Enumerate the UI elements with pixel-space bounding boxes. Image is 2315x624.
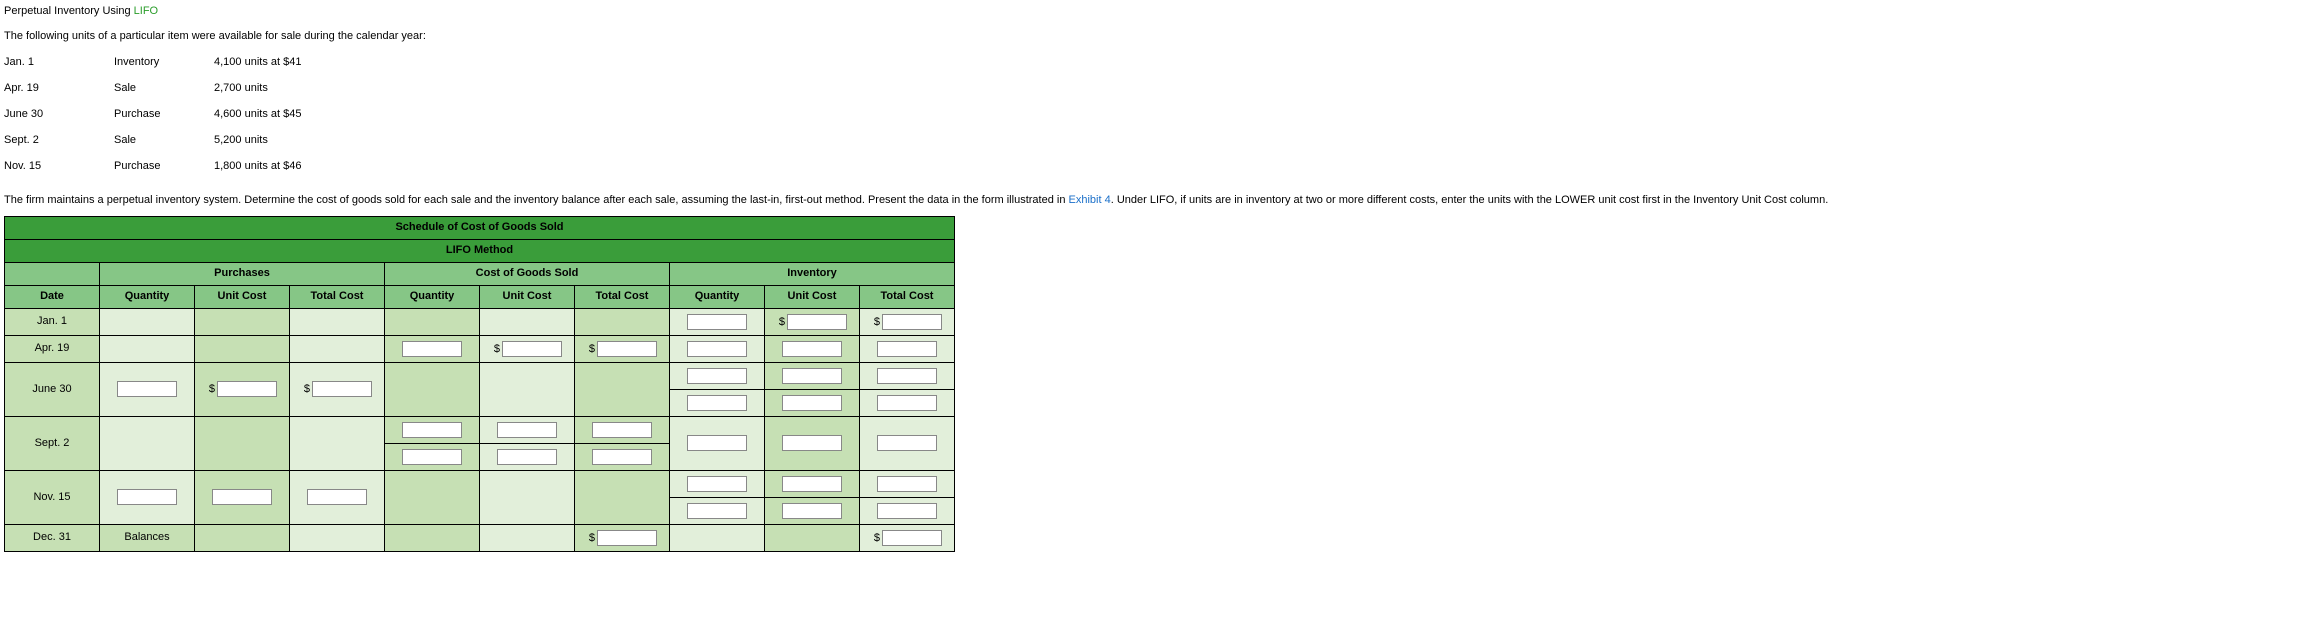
given-data-table: Jan. 1Inventory4,100 units at $41 Apr. 1… [4, 53, 374, 183]
given-row: Jan. 1Inventory4,100 units at $41 [4, 53, 374, 79]
lifo-term: LIFO [134, 5, 158, 17]
inv-unit-input[interactable] [782, 395, 842, 411]
inv-qty-input[interactable] [687, 341, 747, 357]
inv-unit-input[interactable] [782, 368, 842, 384]
col-total: Total Cost [860, 286, 955, 309]
schedule-table: Schedule of Cost of Goods Sold LIFO Meth… [4, 216, 955, 552]
intro-text: The following units of a particular item… [4, 29, 2311, 44]
col-total: Total Cost [290, 286, 385, 309]
date-cell: Jan. 1 [5, 309, 100, 336]
date-cell: Apr. 19 [5, 336, 100, 363]
cogs-total-input[interactable] [597, 341, 657, 357]
pur-total-input[interactable] [307, 489, 367, 505]
cogs-unit-input[interactable] [502, 341, 562, 357]
col-date: Date [5, 286, 100, 309]
pur-qty-input[interactable] [117, 489, 177, 505]
inv-total-input[interactable] [877, 395, 937, 411]
col-total: Total Cost [575, 286, 670, 309]
col-qty: Quantity [100, 286, 195, 309]
table-row: Apr. 19 $ $ [5, 336, 955, 363]
schedule-title-1: Schedule of Cost of Goods Sold [5, 217, 955, 240]
cogs-total-input[interactable] [592, 422, 652, 438]
inv-qty-input[interactable] [687, 368, 747, 384]
inv-unit-input[interactable] [787, 314, 847, 330]
table-row: Jan. 1 $ $ [5, 309, 955, 336]
col-qty: Quantity [670, 286, 765, 309]
group-inventory: Inventory [670, 263, 955, 286]
inv-total-input[interactable] [877, 503, 937, 519]
inv-total-input[interactable] [882, 314, 942, 330]
pur-total-input[interactable] [312, 381, 372, 397]
inv-qty-input[interactable] [687, 314, 747, 330]
pur-qty-input[interactable] [117, 381, 177, 397]
inv-qty-input[interactable] [687, 435, 747, 451]
schedule-title-2: LIFO Method [5, 240, 955, 263]
col-unit: Unit Cost [480, 286, 575, 309]
cogs-total-input[interactable] [597, 530, 657, 546]
table-row: Nov. 15 [5, 471, 955, 498]
instructions: The firm maintains a perpetual inventory… [4, 193, 2311, 208]
col-qty: Quantity [385, 286, 480, 309]
inv-total-input[interactable] [877, 476, 937, 492]
table-row: Sept. 2 [5, 417, 955, 444]
cogs-total-input[interactable] [592, 449, 652, 465]
inv-total-input[interactable] [877, 368, 937, 384]
date-cell: June 30 [5, 363, 100, 417]
page-title: Perpetual Inventory Using LIFO [4, 4, 2311, 19]
date-cell: Dec. 31 [5, 525, 100, 552]
cogs-qty-input[interactable] [402, 449, 462, 465]
inv-qty-input[interactable] [687, 395, 747, 411]
given-row: Apr. 19Sale2,700 units [4, 79, 374, 105]
col-unit: Unit Cost [765, 286, 860, 309]
given-row: Sept. 2Sale5,200 units [4, 131, 374, 157]
cogs-unit-input[interactable] [497, 422, 557, 438]
given-row: June 30Purchase4,600 units at $45 [4, 105, 374, 131]
date-cell: Sept. 2 [5, 417, 100, 471]
exhibit-link[interactable]: Exhibit 4 [1069, 194, 1111, 206]
given-row: Nov. 15Purchase1,800 units at $46 [4, 157, 374, 183]
inv-qty-input[interactable] [687, 503, 747, 519]
cogs-unit-input[interactable] [497, 449, 557, 465]
balances-label: Balances [100, 525, 195, 552]
inv-qty-input[interactable] [687, 476, 747, 492]
inv-unit-input[interactable] [782, 435, 842, 451]
date-cell: Nov. 15 [5, 471, 100, 525]
inv-total-input[interactable] [877, 341, 937, 357]
inv-total-input[interactable] [877, 435, 937, 451]
inv-total-input[interactable] [882, 530, 942, 546]
table-row: Dec. 31 Balances $ $ [5, 525, 955, 552]
inv-unit-input[interactable] [782, 341, 842, 357]
group-cogs: Cost of Goods Sold [385, 263, 670, 286]
cogs-qty-input[interactable] [402, 422, 462, 438]
group-purchases: Purchases [100, 263, 385, 286]
pur-unit-input[interactable] [217, 381, 277, 397]
cogs-qty-input[interactable] [402, 341, 462, 357]
col-unit: Unit Cost [195, 286, 290, 309]
inv-unit-input[interactable] [782, 476, 842, 492]
table-row: June 30 $ $ [5, 363, 955, 390]
pur-unit-input[interactable] [212, 489, 272, 505]
inv-unit-input[interactable] [782, 503, 842, 519]
